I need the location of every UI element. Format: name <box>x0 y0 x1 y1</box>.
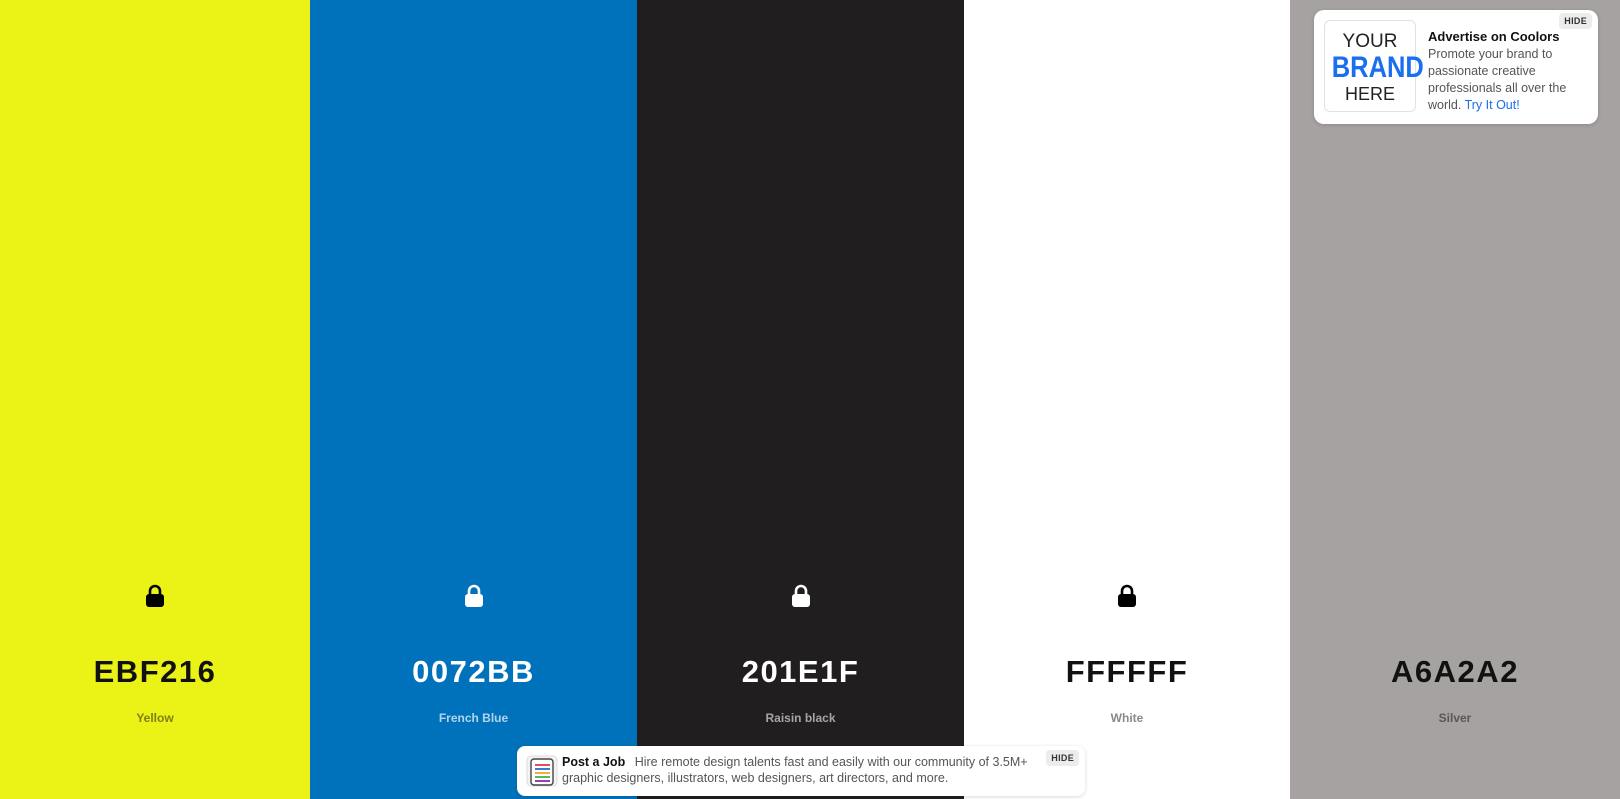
hide-ad-button[interactable]: HIDE <box>1559 13 1592 29</box>
color-column-1[interactable]: EBF216 Yellow <box>0 0 310 799</box>
logo-line-1: YOUR <box>1342 31 1398 52</box>
hex-code[interactable]: A6A2A2 <box>1290 652 1620 692</box>
hex-code[interactable]: FFFFFF <box>964 652 1290 692</box>
color-name: Yellow <box>136 711 174 725</box>
job-board-icon <box>526 755 558 787</box>
color-column-3[interactable]: 201E1F Raisin black <box>637 0 964 799</box>
ad-description: Promote your brand to passionate creativ… <box>1428 46 1586 114</box>
lock-icon[interactable] <box>144 584 166 608</box>
color-column-2[interactable]: 0072BB French Blue <box>310 0 637 799</box>
color-name: Silver <box>1438 711 1472 725</box>
hide-job-banner-button[interactable]: HIDE <box>1046 750 1079 766</box>
try-it-out-link[interactable]: Try It Out! <box>1465 98 1520 112</box>
advertise-card[interactable]: YOUR BRAND HERE Advertise on Coolors Pro… <box>1314 10 1598 124</box>
hex-code[interactable]: 0072BB <box>310 652 637 692</box>
color-name: Raisin black <box>765 711 836 725</box>
hex-code[interactable]: 201E1F <box>637 652 964 692</box>
lock-icon[interactable] <box>463 584 485 608</box>
lock-icon[interactable] <box>1116 584 1138 608</box>
logo-line-2: BRAND <box>1331 51 1424 84</box>
brand-logo-placeholder[interactable]: YOUR BRAND HERE <box>1324 20 1424 112</box>
post-a-job-title[interactable]: Post a Job <box>562 755 625 769</box>
lock-icon[interactable] <box>790 584 812 608</box>
color-column-4[interactable]: FFFFFF White <box>964 0 1290 799</box>
logo-line-3: HERE <box>1344 84 1395 104</box>
job-banner-description: Hire remote design talents fast and easi… <box>562 755 1028 785</box>
job-banner-text: Post a Job Hire remote design talents fa… <box>562 754 1040 786</box>
ad-title[interactable]: Advertise on Coolors <box>1428 28 1559 46</box>
hex-code[interactable]: EBF216 <box>0 652 310 692</box>
color-name: French Blue <box>438 711 509 725</box>
color-name: White <box>1110 711 1144 725</box>
post-a-job-banner[interactable]: Post a Job Hire remote design talents fa… <box>517 746 1085 796</box>
